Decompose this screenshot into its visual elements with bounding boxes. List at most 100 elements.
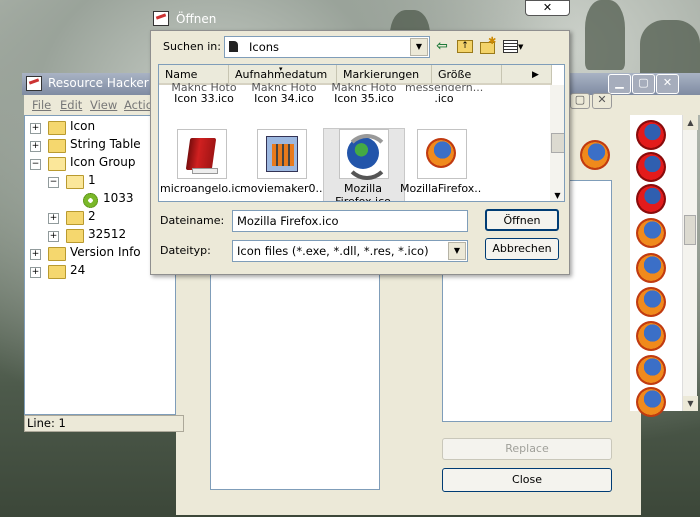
firefox-icon[interactable]: [636, 387, 666, 417]
expand-icon[interactable]: +: [48, 213, 59, 224]
replace-button[interactable]: Replace: [442, 438, 612, 460]
firefox-icon[interactable]: [636, 218, 666, 248]
look-in-label: Suchen in:: [163, 40, 221, 53]
close-icon[interactable]: ✕: [592, 93, 612, 109]
firefox-icon[interactable]: [636, 253, 666, 283]
collapse-icon[interactable]: −: [30, 159, 41, 170]
dialog-title: Öffnen: [176, 12, 217, 26]
menu-file[interactable]: File: [32, 98, 51, 112]
scroll-down-icon[interactable]: ▼: [683, 396, 698, 411]
open-folder-icon: [48, 157, 66, 171]
expand-icon[interactable]: +: [30, 267, 41, 278]
column-header-more[interactable]: ▶: [502, 65, 552, 85]
dialog-app-icon: [153, 11, 169, 26]
minimize-icon[interactable]: ▁: [608, 74, 631, 94]
filetype-dropdown[interactable]: Icon files (*.exe, *.dll, *.res, *.ico) …: [232, 240, 468, 262]
firefox-icon[interactable]: [636, 287, 666, 317]
folder-icon: [48, 247, 66, 261]
tree-item-label: 24: [70, 263, 86, 277]
filename-value: Mozilla Firefox.ico: [237, 214, 339, 228]
firefox-icon[interactable]: [636, 321, 666, 351]
sort-arrow-icon: ▾: [279, 65, 283, 73]
view-menu-icon[interactable]: ▼: [502, 38, 526, 54]
filetype-value: Icon files (*.exe, *.dll, *.res, *.ico): [237, 244, 429, 258]
partial-item-label: Maknc Hoto: [171, 81, 237, 91]
menu-action[interactable]: Actio: [124, 98, 153, 112]
tree-item-label: 2: [88, 209, 96, 223]
scroll-up-icon[interactable]: ▲: [683, 115, 698, 130]
expand-icon[interactable]: +: [48, 231, 59, 242]
film-icon[interactable]: [257, 129, 307, 179]
expand-icon[interactable]: +: [30, 123, 41, 134]
menu-view[interactable]: View: [90, 98, 117, 112]
up-folder-icon[interactable]: ↑: [455, 38, 473, 54]
preview-firefox-icon: [580, 140, 612, 172]
close-icon[interactable]: ✕: [656, 74, 679, 94]
filename-label: Dateiname:: [160, 214, 225, 227]
filename-input[interactable]: Mozilla Firefox.ico: [232, 210, 468, 232]
look-in-dropdown[interactable]: Icons ▼: [224, 36, 430, 58]
folder-icon: [66, 229, 84, 243]
new-folder-icon[interactable]: ✱: [478, 36, 496, 54]
open-button[interactable]: Öffnen: [485, 209, 559, 231]
resource-leaf-icon: [83, 193, 98, 208]
folder-icon: [48, 265, 66, 279]
tree-item-label: Version Info: [70, 245, 141, 259]
folder-icon: [48, 121, 66, 135]
firefox-icon[interactable]: [636, 120, 666, 150]
file-list[interactable]: Name Aufnahmedatum ▾ Markierungen Größe …: [158, 64, 565, 202]
firefox-icon[interactable]: [417, 129, 467, 179]
file-list-scrollbar[interactable]: ▼: [550, 85, 564, 201]
file-label[interactable]: MozillaFirefox...: [400, 182, 482, 195]
file-label[interactable]: Icon 34.ico: [245, 92, 323, 105]
scroll-thumb[interactable]: [551, 133, 564, 153]
firefox-icon[interactable]: [636, 355, 666, 385]
collapse-icon[interactable]: −: [48, 177, 59, 188]
mozilla-globe-icon[interactable]: [339, 129, 390, 180]
restore-icon[interactable]: ▢: [570, 93, 590, 109]
scroll-down-icon[interactable]: ▼: [550, 188, 564, 201]
file-label[interactable]: moviemaker0...: [240, 182, 322, 195]
tree-item-label: 1: [88, 173, 96, 187]
scroll-thumb[interactable]: [684, 215, 696, 245]
expand-icon[interactable]: +: [30, 141, 41, 152]
vertical-scrollbar[interactable]: ▲ ▼: [682, 115, 698, 411]
chevron-right-icon[interactable]: ▶: [532, 65, 539, 85]
source-text-area[interactable]: [210, 265, 380, 490]
chevron-down-icon[interactable]: ▼: [410, 38, 428, 56]
tree-item-label: String Table: [70, 137, 141, 151]
folder-icon: [66, 211, 84, 225]
firefox-icon[interactable]: [636, 152, 666, 182]
status-bar: Line: 1: [24, 415, 184, 432]
red-book-icon[interactable]: [177, 129, 227, 179]
open-folder-icon: [66, 175, 84, 189]
filetype-label: Dateityp:: [160, 244, 211, 257]
app-icon: [26, 76, 42, 91]
back-arrow-icon[interactable]: ⇦: [433, 38, 451, 54]
maximize-icon[interactable]: ▢: [632, 74, 655, 94]
file-label[interactable]: microangelo.ico: [160, 182, 242, 195]
icon-strip[interactable]: [630, 115, 682, 417]
partial-item-label: Maknc Hoto: [331, 81, 397, 91]
partial-item-label: Maknc Hoto: [251, 81, 317, 91]
background-rock: [640, 20, 700, 80]
file-label[interactable]: Icon 35.ico: [325, 92, 403, 105]
expand-icon[interactable]: +: [30, 249, 41, 260]
tree-item-label: Icon: [70, 119, 96, 133]
background-rock: [585, 0, 625, 70]
file-label-selected[interactable]: Mozilla Firefox.ico: [322, 182, 404, 201]
close-button[interactable]: Close: [442, 468, 612, 492]
tree-item-label: 32512: [88, 227, 127, 241]
file-label[interactable]: .ico: [405, 92, 483, 105]
chevron-down-icon[interactable]: ▼: [448, 242, 466, 260]
tree-item-label: Icon Group: [70, 155, 136, 169]
cancel-button[interactable]: Abbrechen: [485, 238, 559, 260]
folder-icon: [229, 41, 238, 52]
tree-item-label: 1033: [103, 191, 134, 205]
dialog-titlebar[interactable]: Öffnen: [150, 8, 570, 30]
folder-icon: [48, 139, 66, 153]
menu-edit[interactable]: Edit: [60, 98, 82, 112]
firefox-icon[interactable]: [636, 184, 666, 214]
child-window-buttons: ▢ ✕: [570, 93, 630, 109]
file-label[interactable]: Icon 33.ico: [165, 92, 243, 105]
